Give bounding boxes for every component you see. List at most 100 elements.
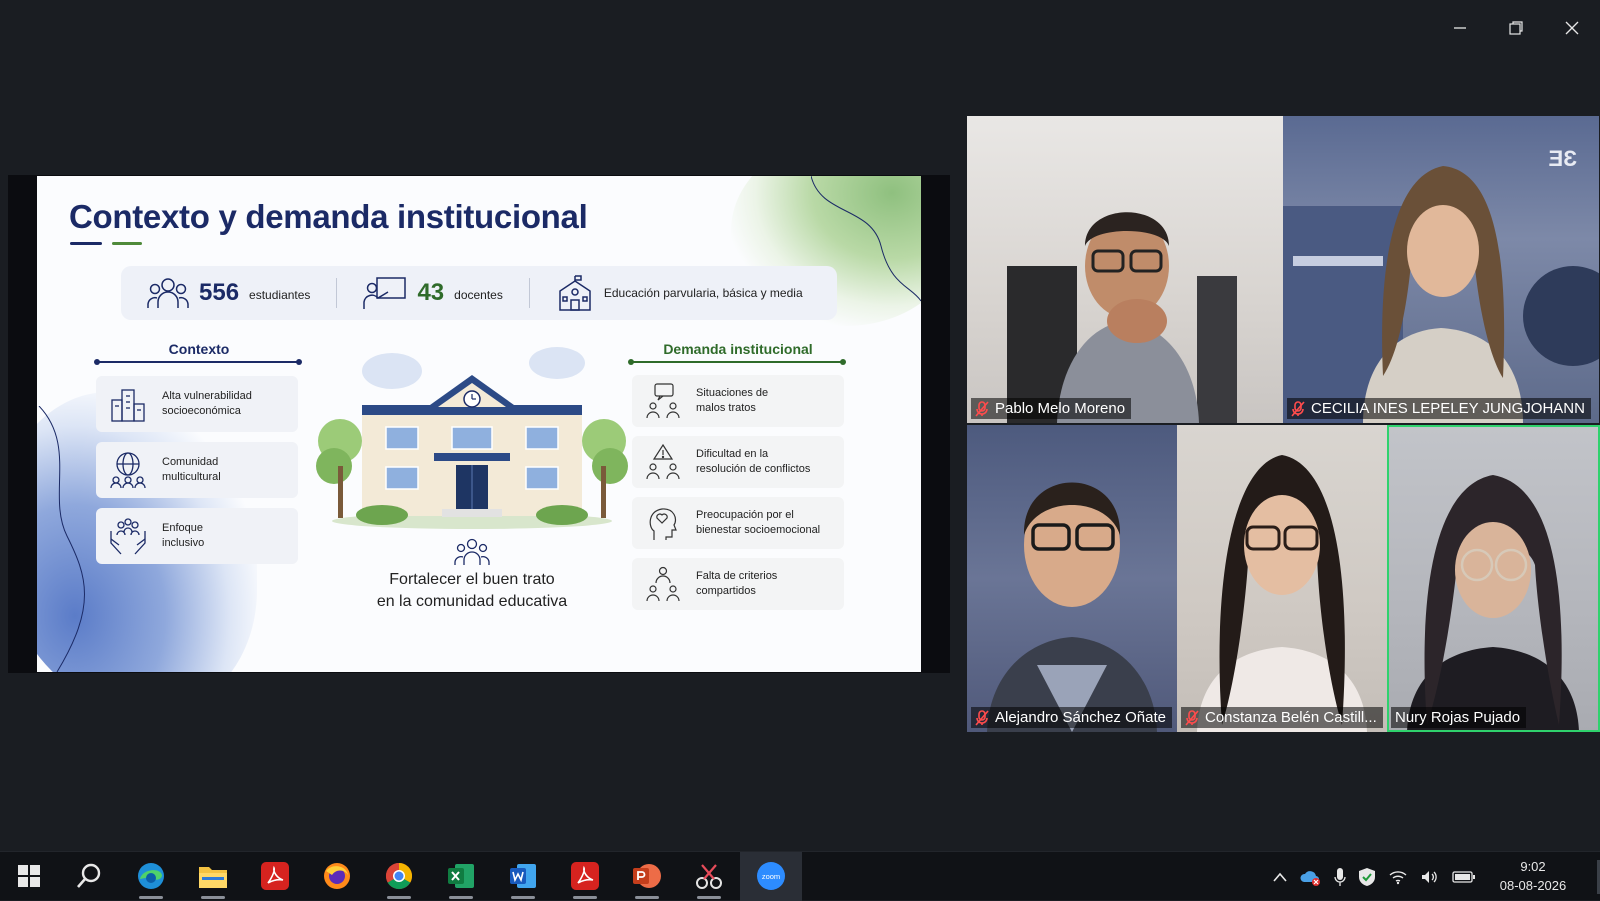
stat-teachers: 43 docentes — [337, 266, 528, 320]
acrobat-icon[interactable] — [554, 852, 616, 901]
school-illustration — [316, 347, 628, 529]
clock-date: 08-08-2026 — [1499, 877, 1567, 893]
hands-people-icon — [110, 518, 146, 555]
context-heading: Contexto — [168, 341, 230, 357]
muted-mic-icon — [975, 709, 989, 726]
muted-mic-icon — [975, 400, 989, 417]
system-tray: 9:02 08-08-2026 — [1272, 852, 1570, 901]
demand-card-criteria: Falta de criterios compartidos — [632, 558, 844, 610]
city-buildings-icon — [111, 389, 145, 422]
students-label: estudiantes — [249, 288, 311, 302]
participant-name-tag: Constanza Belén Castill... — [1181, 707, 1383, 728]
word-icon[interactable] — [492, 852, 554, 901]
microphone-icon[interactable] — [1334, 867, 1346, 887]
excel-icon[interactable] — [430, 852, 492, 901]
participant-name-tag: Pablo Melo Moreno — [971, 398, 1132, 419]
teacher-icon — [363, 277, 407, 309]
context-heading-rule — [94, 359, 302, 365]
zoom-icon[interactable]: zoom — [740, 851, 802, 901]
demand-heading: Demanda institucional — [663, 341, 813, 357]
demand-card-mistreatment: Situaciones de malos tratos — [632, 375, 844, 427]
onedrive-icon[interactable] — [1300, 868, 1322, 886]
participant-video-constanza — [1197, 455, 1367, 732]
demand-card-conflicts: Dificultad en la resolución de conflicto… — [632, 436, 844, 488]
participant-name: Pablo Melo Moreno — [995, 400, 1126, 417]
search-icon[interactable] — [58, 852, 120, 901]
community-people-icon — [454, 538, 490, 565]
file-explorer-icon[interactable] — [182, 852, 244, 901]
stats-bar: 556 estudiantes 43 docentes Educación pa… — [121, 266, 837, 320]
participant-name: CECILIA INES LEPELEY JUNGJOHANN — [1311, 400, 1585, 417]
warning-people-icon — [646, 444, 680, 480]
participant-name: Alejandro Sánchez Oñate — [995, 709, 1166, 726]
participant-video-alejandro — [987, 482, 1157, 732]
firefox-icon[interactable] — [306, 852, 368, 901]
clock-time: 9:02 — [1520, 858, 1546, 874]
context-card-inclusive-text: Enfoque inclusivo — [162, 521, 205, 549]
shared-screen: Contexto y demanda institucional 556 est… — [8, 175, 950, 673]
zoom-icon-label: zoom — [762, 872, 780, 881]
battery-icon[interactable] — [1452, 870, 1476, 884]
powerpoint-icon[interactable] — [616, 852, 678, 901]
snipping-tool-icon[interactable] — [678, 852, 740, 901]
participant-name: Nury Rojas Pujado — [1395, 709, 1521, 726]
title-underline-accent — [112, 242, 142, 245]
volume-icon[interactable] — [1420, 869, 1440, 885]
context-card-vulnerability: Alta vulnerabilidad socioeconómica — [96, 376, 298, 432]
participant-name-tag: CECILIA INES LEPELEY JUNGJOHANN — [1287, 398, 1591, 419]
students-icon — [147, 278, 189, 308]
window-controls — [1446, 14, 1586, 42]
group-icon — [646, 566, 680, 602]
education-levels-label: Educación parvularia, básica y media — [603, 286, 803, 300]
clock[interactable]: 9:02 08-08-2026 — [1496, 858, 1570, 896]
demand-card-criteria-text: Falta de criterios compartidos — [696, 569, 778, 597]
edge-icon[interactable] — [120, 852, 182, 901]
slide-title: Contexto y demanda institucional — [69, 198, 588, 235]
goal-text: Fortalecer el buen trato en la comunidad… — [376, 571, 568, 611]
chat-people-icon — [646, 383, 680, 419]
minimize-icon[interactable] — [1446, 14, 1474, 42]
participant-name-tag: Alejandro Sánchez Oñate — [971, 707, 1172, 728]
teachers-count: 43 — [417, 279, 445, 306]
stat-students: 556 estudiantes — [121, 266, 336, 320]
muted-mic-icon — [1185, 709, 1199, 726]
participant-tile[interactable]: Alejandro Sánchez Oñate — [967, 425, 1177, 732]
presentation-slide: Contexto y demanda institucional 556 est… — [37, 176, 921, 672]
participant-name-tag: Nury Rojas Pujado — [1391, 707, 1527, 728]
participant-tile[interactable]: Constanza Belén Castill... — [1177, 425, 1387, 732]
school-building-icon — [559, 275, 591, 311]
stat-education-levels: Educación parvularia, básica y media — [530, 266, 829, 320]
wave-line-decoration — [38, 406, 85, 672]
context-card-multicultural-text: Comunidad multicultural — [162, 455, 221, 483]
chrome-icon[interactable] — [368, 852, 430, 901]
participant-tile[interactable]: ƎƐ CECILIA INES LEPELEY JUNGJOHANN — [1283, 116, 1599, 423]
demand-card-mistreatment-text: Situaciones de malos tratos — [696, 386, 769, 414]
wifi-icon[interactable] — [1388, 869, 1408, 885]
participant-video-nury — [1407, 475, 1579, 732]
demand-card-wellbeing-text: Preocupación por el bienestar socioemoci… — [696, 508, 821, 536]
chevron-up-icon[interactable] — [1272, 871, 1288, 883]
title-underline — [70, 242, 102, 245]
participant-video-pablo — [1007, 212, 1237, 423]
restore-icon[interactable] — [1502, 14, 1530, 42]
start-icon[interactable] — [0, 852, 58, 901]
context-card-vulnerability-text: Alta vulnerabilidad socioeconómica — [162, 389, 252, 417]
participant-name: Constanza Belén Castill... — [1205, 709, 1377, 726]
close-icon[interactable] — [1558, 14, 1586, 42]
context-card-inclusive: Enfoque inclusivo — [96, 508, 298, 564]
security-shield-icon[interactable] — [1358, 867, 1376, 887]
demand-heading-rule — [628, 359, 846, 365]
background-logo: ƎƐ — [1548, 146, 1577, 171]
context-card-multicultural: Comunidad multicultural — [96, 442, 298, 498]
muted-mic-icon — [1291, 400, 1305, 417]
demand-card-conflicts-text: Dificultad en la resolución de conflicto… — [696, 447, 811, 475]
participant-tile[interactable]: Pablo Melo Moreno — [967, 116, 1283, 423]
students-count: 556 — [199, 279, 240, 306]
taskbar: zoom 9:02 08-08-2026 — [0, 851, 1600, 901]
participant-tile-active-speaker[interactable]: Nury Rojas Pujado — [1387, 425, 1600, 732]
head-heart-icon — [649, 508, 677, 540]
demand-card-wellbeing: Preocupación por el bienestar socioemoci… — [632, 497, 844, 549]
teachers-label: docentes — [454, 288, 503, 302]
acrobat-icon[interactable] — [244, 852, 306, 901]
globe-people-icon — [110, 452, 146, 489]
